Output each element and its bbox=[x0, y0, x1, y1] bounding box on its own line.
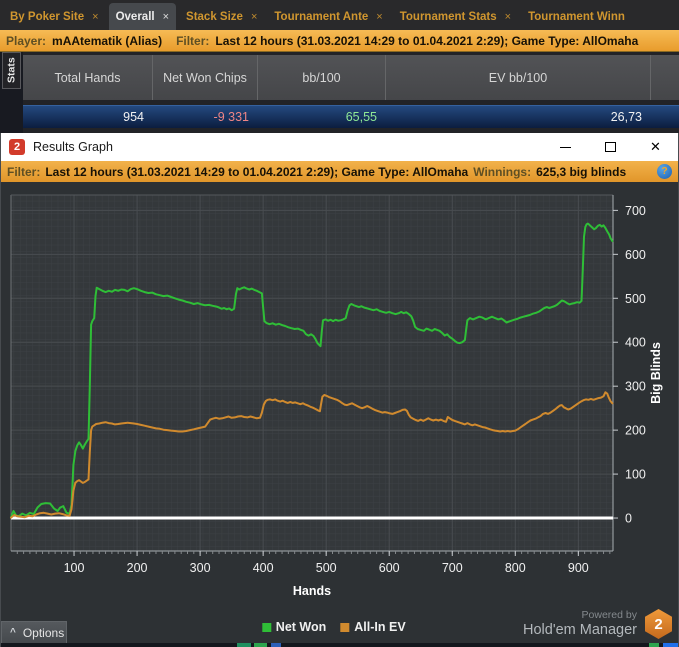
results-graph-window: 2 Results Graph ✕ Filter: Last 12 hours … bbox=[0, 133, 679, 647]
tab-stack-size[interactable]: Stack Size × bbox=[179, 3, 264, 30]
svg-text:200: 200 bbox=[127, 561, 148, 575]
tab-by-poker-site[interactable]: By Poker Site × bbox=[3, 3, 106, 30]
svg-text:500: 500 bbox=[316, 561, 337, 575]
graph-content: 100 200 300 400 500 600 700 800 900 0 100 200 300 400… bbox=[1, 182, 678, 647]
column-header-filler bbox=[650, 55, 679, 100]
player-value: mAAtematik (Alias) bbox=[52, 33, 163, 48]
underlying-window-strip bbox=[1, 643, 678, 647]
speck bbox=[237, 643, 251, 647]
maximize-button[interactable] bbox=[588, 133, 633, 161]
legend-label: All-In EV bbox=[354, 620, 406, 634]
chevron-up-icon: ^ bbox=[10, 627, 16, 638]
column-header-bb-100: bb/100 bbox=[257, 55, 385, 100]
table-row[interactable]: 954 -9 331 65,55 26,73 bbox=[23, 105, 679, 128]
column-header-ev-bb-100: EV bb/100 bbox=[385, 55, 650, 100]
tab-label: Overall bbox=[115, 10, 155, 23]
tab-label: Tournament Winn bbox=[528, 10, 625, 23]
chart-legend: Net Won All-In EV bbox=[261, 620, 406, 634]
speck bbox=[271, 643, 281, 647]
hm2-logo-icon: 2 bbox=[645, 609, 672, 639]
tab-tournament-winnings[interactable]: Tournament Winn × bbox=[521, 3, 632, 30]
svg-text:300: 300 bbox=[625, 380, 646, 394]
all-in-ev-swatch-icon bbox=[340, 622, 350, 632]
minimize-button[interactable] bbox=[543, 133, 588, 161]
legend-item-net-won: Net Won bbox=[261, 620, 327, 634]
svg-text:Big Blinds: Big Blinds bbox=[649, 342, 663, 404]
svg-text:400: 400 bbox=[625, 336, 646, 350]
tab-tournament-stats[interactable]: Tournament Stats × bbox=[393, 3, 518, 30]
svg-text:0: 0 bbox=[625, 512, 632, 526]
close-icon[interactable]: × bbox=[376, 11, 382, 23]
player-filter-bar: Player: mAAtematik (Alias) Filter: Last … bbox=[0, 30, 679, 52]
powered-by-label: Powered by bbox=[581, 609, 637, 621]
tab-label: Tournament Stats bbox=[399, 10, 497, 23]
svg-text:700: 700 bbox=[625, 204, 646, 218]
svg-text:900: 900 bbox=[568, 561, 589, 575]
svg-text:500: 500 bbox=[625, 292, 646, 306]
hm2-app-icon: 2 bbox=[9, 139, 25, 155]
column-header-total-hands: Total Hands bbox=[54, 70, 121, 85]
legend-label: Net Won bbox=[275, 620, 327, 634]
speck bbox=[649, 643, 659, 647]
cell-net-won-chips: -9 331 bbox=[213, 110, 249, 124]
stats-header-row: Total Hands Net Won Chips bb/100 EV bb/1… bbox=[23, 55, 679, 100]
svg-text:600: 600 bbox=[379, 561, 400, 575]
svg-text:700: 700 bbox=[442, 561, 463, 575]
cell-ev-bb-100: 26,73 bbox=[610, 110, 642, 124]
tab-label: Tournament Ante bbox=[274, 10, 369, 23]
close-icon: ✕ bbox=[650, 139, 661, 154]
svg-text:600: 600 bbox=[625, 248, 646, 262]
tab-bar: By Poker Site × Overall × Stack Size × T… bbox=[0, 0, 679, 30]
svg-text:200: 200 bbox=[625, 424, 646, 438]
close-icon[interactable]: × bbox=[163, 11, 169, 23]
help-icon[interactable]: ? bbox=[657, 164, 672, 179]
cell-bb-100: 65,55 bbox=[345, 110, 377, 124]
brand-label: Hold'em Manager bbox=[523, 621, 637, 638]
graph-filter-bar: Filter: Last 12 hours (31.03.2021 14:29 … bbox=[1, 161, 678, 182]
svg-text:Hands: Hands bbox=[293, 584, 331, 597]
svg-text:100: 100 bbox=[64, 561, 85, 575]
speck bbox=[254, 643, 267, 647]
results-chart: 100 200 300 400 500 600 700 800 900 0 100 200 300 400… bbox=[10, 194, 663, 597]
svg-text:400: 400 bbox=[253, 561, 274, 575]
maximize-icon bbox=[605, 142, 616, 152]
winnings-value: 625,3 big blinds bbox=[536, 164, 627, 179]
filter-value: Last 12 hours (31.03.2021 14:29 to 01.04… bbox=[215, 33, 639, 48]
svg-text:300: 300 bbox=[190, 561, 211, 575]
close-icon[interactable]: × bbox=[92, 11, 98, 23]
player-label: Player: bbox=[6, 33, 47, 48]
close-icon[interactable]: × bbox=[505, 11, 511, 23]
cell-filler bbox=[650, 106, 679, 128]
legend-item-all-in-ev: All-In EV bbox=[340, 620, 406, 634]
stats-side-tab[interactable]: Stats bbox=[2, 52, 21, 89]
close-icon[interactable]: × bbox=[251, 11, 257, 23]
graph-footer: ^ Options Net Won All-In EV Powered by H… bbox=[1, 597, 678, 647]
window-controls: ✕ bbox=[543, 133, 678, 161]
tab-label: Stack Size bbox=[186, 10, 243, 23]
filter-value: Last 12 hours (31.03.2021 14:29 to 01.04… bbox=[45, 164, 469, 179]
winnings-label: Winnings: bbox=[473, 164, 532, 179]
cell-total-hands: 954 bbox=[123, 110, 144, 124]
window-titlebar[interactable]: 2 Results Graph ✕ bbox=[1, 133, 678, 161]
svg-text:100: 100 bbox=[625, 468, 646, 482]
options-button-label: Options bbox=[22, 625, 65, 640]
tab-label: By Poker Site bbox=[10, 10, 85, 23]
minimize-icon bbox=[560, 146, 571, 148]
powered-by-text: Powered by Hold'em Manager bbox=[523, 609, 637, 639]
powered-by-block: Powered by Hold'em Manager 2 bbox=[523, 609, 672, 639]
tab-tournament-ante[interactable]: Tournament Ante × bbox=[267, 3, 389, 30]
filter-label: Filter: bbox=[7, 164, 41, 179]
window-title: Results Graph bbox=[33, 140, 113, 154]
tab-overall[interactable]: Overall × bbox=[108, 3, 177, 30]
stats-panel: Stats Total Hands Net Won Chips bb/100 E… bbox=[0, 52, 679, 133]
filter-label: Filter: bbox=[176, 33, 210, 48]
svg-text:800: 800 bbox=[505, 561, 526, 575]
net-won-swatch-icon bbox=[261, 622, 271, 632]
speck bbox=[663, 643, 678, 647]
close-button[interactable]: ✕ bbox=[633, 133, 678, 161]
options-button[interactable]: ^ Options bbox=[1, 621, 67, 644]
column-header-net-won-chips: Net Won Chips bbox=[152, 55, 257, 100]
